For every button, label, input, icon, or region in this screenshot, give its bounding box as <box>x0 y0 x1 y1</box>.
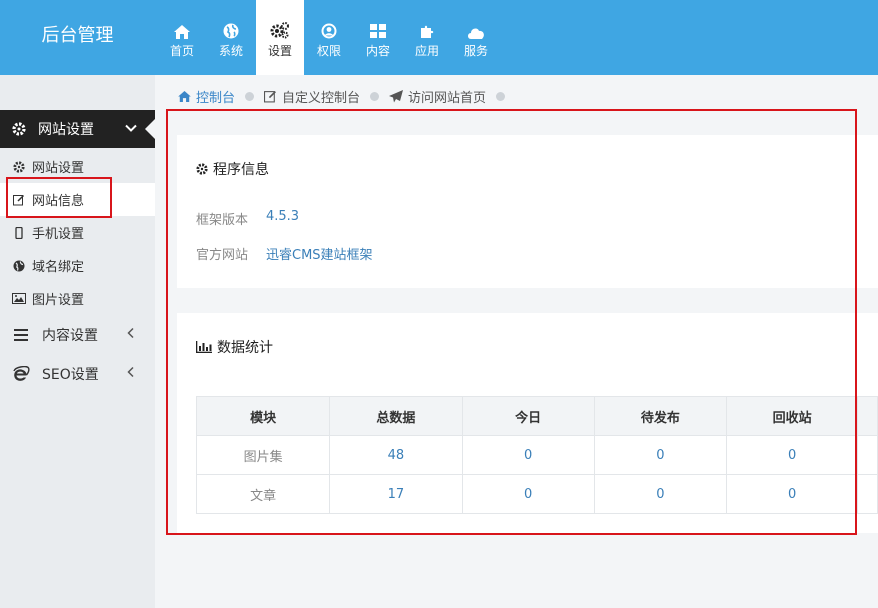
stats-table: 模块 总数据 今日 待发布 回收站 图片集 48 0 0 0 文章 17 0 0 <box>195 396 878 514</box>
column-header: 总数据 <box>329 396 463 436</box>
cogs-icon <box>270 17 290 39</box>
sidebar-item-label: 网站信息 <box>32 194 85 209</box>
table-cell-pending[interactable]: 0 <box>593 435 727 475</box>
table-row: 文章 17 0 0 0 <box>195 474 878 514</box>
sidebar-item-label: 图片设置 <box>32 293 85 308</box>
breadcrumb-dashboard[interactable]: 控制台 <box>178 87 235 106</box>
stats-title: 数据统计 <box>196 337 273 357</box>
chevron-down-icon <box>125 122 137 138</box>
table-cell-overflow <box>857 474 878 514</box>
table-cell-pending[interactable]: 0 <box>593 474 727 514</box>
sidebar-item-label: 域名绑定 <box>32 260 85 275</box>
breadcrumb-separator <box>370 91 380 101</box>
home-icon <box>178 90 191 102</box>
column-header: 待发布 <box>593 396 727 436</box>
sidebar: 网站设置 网站设置 网站信息 手机设置 域名绑定 图片设置 内容设置 SEO设置 <box>0 75 155 608</box>
nav-permission-label: 权限 <box>316 43 341 58</box>
column-header: 回收站 <box>725 396 859 436</box>
table-cell-today[interactable]: 0 <box>461 435 595 475</box>
program-info-title-text: 程序信息 <box>213 162 269 178</box>
home-icon <box>174 17 190 39</box>
table-header-row: 模块 总数据 今日 待发布 回收站 <box>195 396 878 436</box>
sidebar-section-label: 网站设置 <box>38 122 94 138</box>
sidebar-group-label: SEO设置 <box>42 367 99 383</box>
table-cell-recycle[interactable]: 0 <box>725 474 859 514</box>
table-cell-module: 图片集 <box>195 435 331 475</box>
stats-title-text: 数据统计 <box>217 340 273 356</box>
program-info-title: 程序信息 <box>196 159 269 179</box>
top-nav: 首页 系统 设置 权限 内容 应用 服务 <box>158 0 501 75</box>
sidebar-group-content-settings[interactable]: 内容设置 <box>0 316 155 354</box>
sidebar-item-label: 网站设置 <box>32 161 85 176</box>
brand-title: 后台管理 <box>41 25 114 46</box>
nav-system[interactable]: 系统 <box>207 0 255 75</box>
breadcrumb-visit-homepage[interactable]: 访问网站首页 <box>389 87 486 106</box>
edit-icon <box>264 90 277 103</box>
globe-icon <box>223 17 239 39</box>
nav-settings[interactable]: 设置 <box>256 0 304 75</box>
sidebar-item-image-settings[interactable]: 图片设置 <box>0 282 155 315</box>
table-row: 图片集 48 0 0 0 <box>195 435 878 475</box>
sidebar-group-seo-settings[interactable]: SEO设置 <box>0 355 155 393</box>
breadcrumb-label: 访问网站首页 <box>408 90 487 106</box>
grid-icon <box>370 17 386 39</box>
top-header: 后台管理 首页 系统 设置 权限 内容 应用 服务 <box>0 0 878 75</box>
user-circle-icon <box>321 17 337 39</box>
info-row-version: 框架版本 4.5.3 <box>196 209 299 228</box>
column-header-overflow <box>857 396 878 436</box>
info-row-website: 官方网站 迅睿CMS建站框架 <box>196 244 373 263</box>
breadcrumb-separator <box>496 91 506 101</box>
active-notch <box>145 119 155 139</box>
info-key: 框架版本 <box>196 213 249 228</box>
nav-content-label: 内容 <box>365 43 390 58</box>
column-header: 模块 <box>195 396 331 436</box>
info-key: 官方网站 <box>196 248 249 263</box>
send-icon <box>389 89 404 103</box>
sidebar-item-label: 手机设置 <box>32 227 85 242</box>
table-cell-today[interactable]: 0 <box>461 474 595 514</box>
nav-content[interactable]: 内容 <box>354 0 402 75</box>
table-cell-recycle[interactable]: 0 <box>725 435 859 475</box>
gear-icon <box>196 163 208 175</box>
sidebar-group-label: 内容设置 <box>42 328 98 344</box>
bar-chart-icon <box>196 341 212 353</box>
breadcrumb-label: 自定义控制台 <box>282 90 361 106</box>
nav-service[interactable]: 服务 <box>452 0 500 75</box>
breadcrumb: 控制台 自定义控制台 访问网站首页 <box>178 84 515 108</box>
table-cell-overflow <box>857 435 878 475</box>
official-site-link[interactable]: 迅睿CMS建站框架 <box>266 244 373 263</box>
breadcrumb-label: 控制台 <box>196 90 236 106</box>
sidebar-section-website-settings[interactable]: 网站设置 <box>0 110 155 148</box>
nav-home[interactable]: 首页 <box>158 0 206 75</box>
nav-apps-label: 应用 <box>414 43 439 58</box>
column-header: 今日 <box>461 396 595 436</box>
breadcrumb-separator <box>245 91 255 101</box>
program-info-panel: 程序信息 框架版本 4.5.3 官方网站 迅睿CMS建站框架 <box>177 135 878 288</box>
nav-home-label: 首页 <box>169 43 194 58</box>
breadcrumb-custom-dashboard[interactable]: 自定义控制台 <box>264 87 360 106</box>
info-value: 4.5.3 <box>266 209 300 224</box>
chevron-left-icon <box>127 366 135 382</box>
chevron-left-icon <box>127 327 135 343</box>
stats-panel: 数据统计 模块 总数据 今日 待发布 回收站 图片集 48 0 0 0 文章 1… <box>177 313 878 533</box>
nav-apps[interactable]: 应用 <box>403 0 451 75</box>
cloud-icon <box>467 17 485 39</box>
table-cell-total[interactable]: 48 <box>329 435 463 475</box>
nav-permission[interactable]: 权限 <box>305 0 353 75</box>
gear-icon <box>0 122 38 136</box>
bars-icon <box>0 329 42 341</box>
table-cell-total[interactable]: 17 <box>329 474 463 514</box>
nav-system-label: 系统 <box>218 43 243 58</box>
sidebar-item-domain-binding[interactable]: 域名绑定 <box>0 249 155 282</box>
nav-settings-label: 设置 <box>267 43 292 58</box>
ie-icon <box>0 365 42 383</box>
sidebar-item-website-settings[interactable]: 网站设置 <box>0 150 155 183</box>
table-cell-module: 文章 <box>195 474 331 514</box>
puzzle-icon <box>419 17 435 39</box>
nav-service-label: 服务 <box>463 43 488 58</box>
sidebar-item-mobile-settings[interactable]: 手机设置 <box>0 216 155 249</box>
sidebar-item-website-info[interactable]: 网站信息 <box>0 183 155 216</box>
